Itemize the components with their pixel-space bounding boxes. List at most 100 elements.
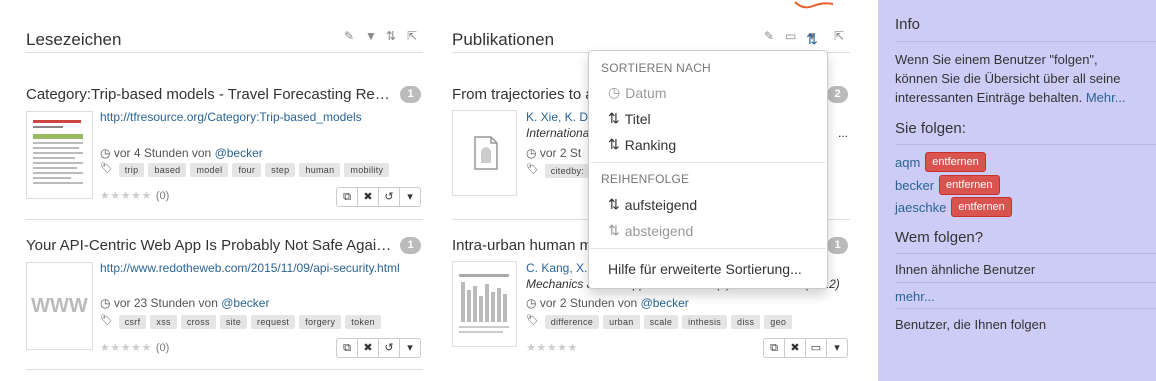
tag[interactable]: diss <box>731 315 761 329</box>
unfollow-button[interactable]: entfernen <box>951 197 1012 217</box>
star-rating[interactable]: ★★★★★ <box>526 341 578 354</box>
post-user-link[interactable]: @becker <box>641 296 689 310</box>
sort-alpha-icon: ⇅ <box>608 110 620 126</box>
tag[interactable]: four <box>232 163 262 177</box>
post-thumbnail[interactable] <box>452 261 517 347</box>
sidebar-divider <box>895 282 1156 283</box>
similar-users-label[interactable]: Ihnen ähnliche Benutzer <box>895 260 1142 279</box>
post-user-link[interactable]: @becker <box>221 296 269 310</box>
pencil-icon[interactable]: ✎ <box>344 30 356 42</box>
tag-icon: 🏷 <box>100 163 113 174</box>
post-tags: 🏷 difference urban scale inthesis diss g… <box>526 315 793 329</box>
post-count-badge[interactable]: 1 <box>827 237 848 254</box>
sort-descending-icon: ⇅ <box>608 222 620 238</box>
post-actions: ⧉ ✖ ↺ ▾ <box>336 338 421 358</box>
tag[interactable]: token <box>345 315 381 329</box>
followed-user-link[interactable]: aqm <box>895 155 920 170</box>
tag[interactable]: geo <box>764 315 793 329</box>
tag[interactable]: model <box>190 163 229 177</box>
unfollow-button[interactable]: entfernen <box>939 175 1000 195</box>
post-user-link[interactable]: @becker <box>215 146 263 160</box>
tag[interactable]: difference <box>544 315 600 329</box>
tag[interactable]: mobility <box>344 163 390 177</box>
tag[interactable]: scale <box>643 315 679 329</box>
whom-to-follow-heading: Wem folgen? <box>895 229 984 246</box>
tag-icon: 🏷 <box>526 164 539 175</box>
bookmarks-title: Lesezeichen <box>26 30 122 49</box>
tag[interactable]: cross <box>180 315 216 329</box>
post-count-badge[interactable]: 2 <box>827 86 848 103</box>
star-rating[interactable]: ★★★★★ (0) <box>100 341 169 354</box>
history-button[interactable]: ↺ <box>378 187 400 207</box>
more-dropdown-button[interactable]: ▾ <box>399 187 421 207</box>
menu-item-ranking[interactable]: ⇅ Ranking <box>608 136 827 153</box>
post-title[interactable]: Category:Trip-based models - Travel Fore… <box>26 86 396 103</box>
tag[interactable]: based <box>148 163 187 177</box>
copy-button[interactable]: ⧉ <box>336 338 358 358</box>
more-link[interactable]: mehr... <box>895 289 935 304</box>
followed-user-link[interactable]: jaeschke <box>895 200 946 215</box>
pencil-icon[interactable]: ✎ <box>764 30 776 42</box>
menu-item-title[interactable]: ⇅ Titel <box>608 110 827 127</box>
export-icon[interactable]: ⇱ <box>834 30 846 42</box>
author-link[interactable]: C. Kang, X. <box>526 261 587 275</box>
tag[interactable]: trip <box>118 163 145 177</box>
menu-item-ascending[interactable]: ⇅ aufsteigend <box>608 196 827 213</box>
menu-item-label: Titel <box>624 110 651 127</box>
tag[interactable]: urban <box>603 315 640 329</box>
menu-item-descending[interactable]: ⇅ absteigend <box>608 222 827 239</box>
delete-button[interactable]: ✖ <box>357 187 379 207</box>
tag[interactable]: inthesis <box>682 315 728 329</box>
info-more-link[interactable]: Mehr... <box>1086 90 1126 105</box>
delete-button[interactable]: ✖ <box>357 338 379 358</box>
post-count-badge[interactable]: 1 <box>400 237 421 254</box>
unfollow-button[interactable]: entfernen <box>925 152 986 172</box>
menu-item-label: Datum <box>625 84 667 101</box>
copy-button[interactable]: ⧉ <box>336 187 358 207</box>
more-dropdown-button[interactable]: ▾ <box>826 338 848 358</box>
post-title[interactable]: Your API-Centric Web App Is Probably Not… <box>26 237 396 254</box>
post-thumbnail[interactable] <box>26 111 93 199</box>
rating-count: (0) <box>155 190 170 202</box>
tag[interactable]: human <box>299 163 341 177</box>
followed-user-row: jaeschke entfernen <box>895 197 1012 217</box>
post-time: vor 23 Stunden von <box>113 296 218 310</box>
post-thumbnail[interactable]: WWW <box>26 262 93 350</box>
delete-button[interactable]: ✖ <box>784 338 806 358</box>
post-url[interactable]: http://tfresource.org/Category:Trip-base… <box>100 110 423 124</box>
star-rating[interactable]: ★★★★★ (0) <box>100 189 169 202</box>
post-count-badge[interactable]: 1 <box>400 86 421 103</box>
filter-icon[interactable]: ▼ <box>365 30 377 42</box>
menu-item-date[interactable]: ◷ Datum <box>608 84 827 101</box>
sidebar-divider <box>895 144 1156 145</box>
post-time-line: ◷ vor 23 Stunden von @becker <box>100 296 269 310</box>
copy-button[interactable]: ⧉ <box>763 338 785 358</box>
post-journal: Internationa <box>526 126 590 140</box>
tag[interactable]: step <box>265 163 296 177</box>
menu-divider <box>590 248 826 249</box>
more-dropdown-button[interactable]: ▾ <box>399 338 421 358</box>
export-icon[interactable]: ⇱ <box>407 30 419 42</box>
tag[interactable]: request <box>251 315 296 329</box>
post-meta: http://tfresource.org/Category:Trip-base… <box>100 110 423 124</box>
tag[interactable]: csrf <box>118 315 147 329</box>
info-text: Wenn Sie einem Benutzer "folgen", können… <box>895 50 1142 107</box>
history-button[interactable]: ↺ <box>378 338 400 358</box>
tag[interactable]: site <box>219 315 248 329</box>
followed-user-link[interactable]: becker <box>895 178 934 193</box>
author-link[interactable]: K. Xie, K. D <box>526 110 588 124</box>
menu-item-advanced-sort-help[interactable]: Hilfe für erweiterte Sortierung... <box>608 261 827 277</box>
tag[interactable]: xss <box>150 315 177 329</box>
folder-icon[interactable]: ▭ <box>785 30 797 42</box>
post-url[interactable]: http://www.redotheweb.com/2015/11/09/api… <box>100 261 423 275</box>
followers-label[interactable]: Benutzer, die Ihnen folgen <box>895 315 1142 334</box>
sort-icon[interactable]: ⇅ <box>386 30 398 42</box>
tag[interactable]: citedby: <box>544 164 591 178</box>
sort-dropdown-toggle[interactable]: ⇅ <box>801 28 823 50</box>
post-authors: C. Kang, X. <box>526 261 587 275</box>
post-authors: K. Xie, K. D <box>526 110 588 124</box>
tag[interactable]: forgery <box>299 315 342 329</box>
post-thumbnail[interactable] <box>452 110 517 196</box>
document-icon <box>474 136 498 170</box>
folder-button[interactable]: ▭ <box>805 338 827 358</box>
